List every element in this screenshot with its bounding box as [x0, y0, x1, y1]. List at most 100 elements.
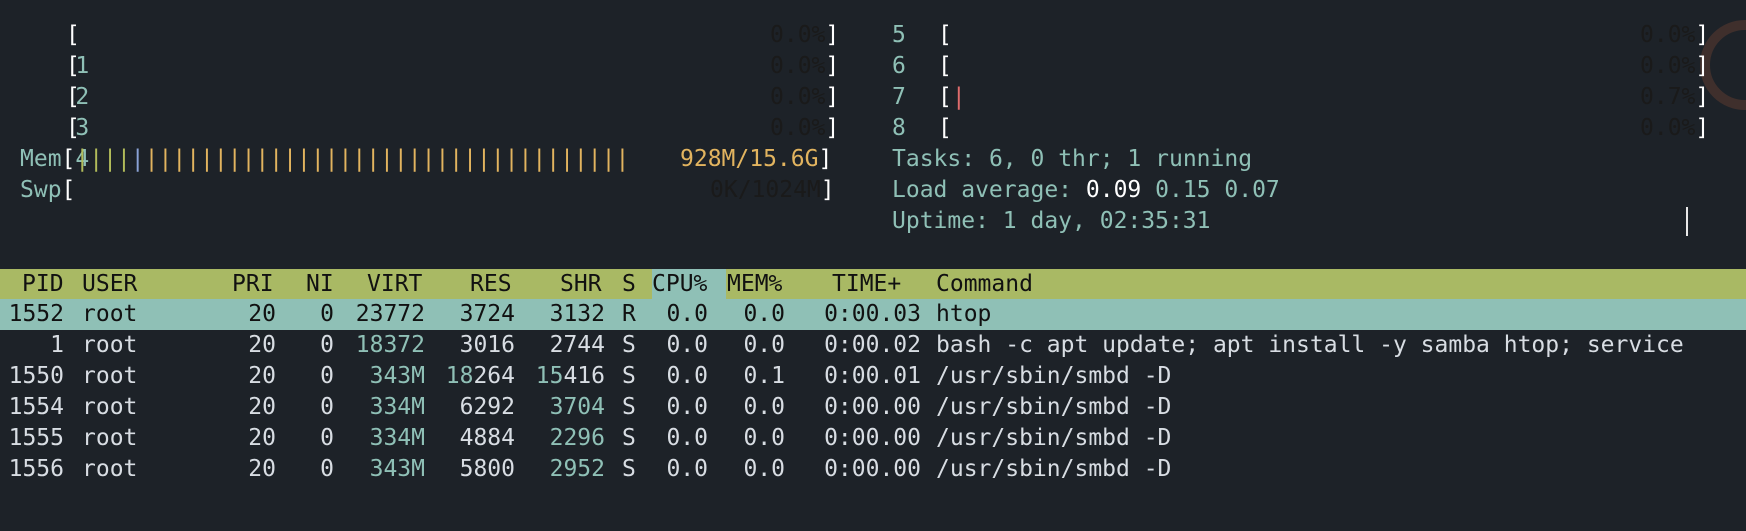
cell-time: 0:00.03	[824, 301, 921, 327]
mem-bar-buffers: |	[130, 146, 145, 172]
cell-command: bash -c apt update; apt install -y samba…	[936, 332, 1684, 358]
cell-pid: 1555	[8, 425, 64, 451]
cell-cpu: 0.0	[666, 456, 708, 482]
cpu-meter-value: 0.0%]	[770, 115, 840, 141]
tasks-meter: Tasks: 6, 0 thr; 1 running	[892, 146, 1253, 172]
cell-pid: 1556	[8, 456, 64, 482]
cell-shr: 2744	[549, 332, 605, 358]
cell-user: root	[82, 394, 138, 420]
mem-label: Mem	[20, 146, 62, 172]
cpu-bar-used: |	[951, 84, 966, 110]
mem-meter: Mem[||||||||||||||||||||||||||||||||||||…	[20, 146, 630, 172]
cell-time: 0:00.00	[824, 394, 921, 420]
cell-virt: 343M	[369, 456, 425, 482]
cell-pri: 20	[248, 425, 276, 451]
mem-bar-cache: |||||||||||||||||||||||||||||||||||	[144, 146, 630, 172]
cpu-meter-open-bracket: [	[938, 115, 952, 141]
cell-res: 5800	[459, 456, 515, 482]
cell-cpu: 0.0	[666, 394, 708, 420]
cpu-meter-open-bracket: [	[938, 53, 952, 79]
text-cursor	[1686, 207, 1688, 236]
mem-bar-used: ||||	[75, 146, 131, 172]
cell-res: 3724	[459, 301, 515, 327]
cell-shr: 3704	[549, 394, 605, 420]
cpu-meter-value: 0.0%]	[770, 84, 840, 110]
cpu-meter-value: 0.7%]	[1640, 84, 1710, 110]
cell-shr: 15416	[535, 363, 605, 389]
cell-pid: 1554	[8, 394, 64, 420]
cell-s: S	[622, 363, 636, 389]
col-pri[interactable]: PRI	[232, 269, 274, 300]
cpu-meter-open-bracket: [	[66, 115, 80, 141]
cpu-meter-open-bracket: [|	[938, 84, 966, 110]
cell-pri: 20	[248, 363, 276, 389]
cell-user: root	[82, 425, 138, 451]
cell-ni: 0	[320, 456, 334, 482]
cpu-meter-open-bracket: [	[938, 22, 952, 48]
cell-command: /usr/sbin/smbd -D	[936, 425, 1172, 451]
col-state[interactable]: S	[622, 269, 636, 300]
cpu-meter-8: 8	[892, 115, 906, 141]
cell-cpu: 0.0	[666, 425, 708, 451]
cell-virt: 334M	[369, 425, 425, 451]
cell-pri: 20	[248, 456, 276, 482]
swp-meter: Swp[	[20, 177, 76, 203]
cell-res: 18264	[445, 363, 515, 389]
cpu-meter-value: 0.0%]	[770, 53, 840, 79]
col-user[interactable]: USER	[82, 269, 137, 300]
cpu-meter-value: 0.0%]	[1640, 53, 1710, 79]
cell-cpu: 0.0	[666, 363, 708, 389]
cpu-meter-value: 0.0%]	[770, 22, 840, 48]
col-cpu[interactable]: CPU%	[652, 269, 707, 300]
cell-user: root	[82, 332, 138, 358]
cell-pid: 1550	[8, 363, 64, 389]
cell-shr: 3132	[549, 301, 605, 327]
htop-terminal[interactable]: 1 [ 0.0%] 2 [ 0.0%] 3 [ 0.0%] 4 [ 0.0%] …	[0, 0, 1746, 531]
cell-command: /usr/sbin/smbd -D	[936, 363, 1172, 389]
cell-s: S	[622, 456, 636, 482]
cell-virt: 23772	[355, 301, 425, 327]
cpu-meter-open-bracket: [	[66, 84, 80, 110]
cell-res: 6292	[459, 394, 515, 420]
cell-mem: 0.0	[743, 456, 785, 482]
col-virt[interactable]: VIRT	[367, 269, 422, 300]
cell-shr: 2952	[549, 456, 605, 482]
col-command[interactable]: Command	[936, 269, 1033, 300]
cell-res: 4884	[459, 425, 515, 451]
cell-s: S	[622, 394, 636, 420]
cpu-meter-open-bracket: [	[66, 53, 80, 79]
cpu-meter-5: 5	[892, 22, 906, 48]
cell-ni: 0	[320, 363, 334, 389]
cell-command: /usr/sbin/smbd -D	[936, 394, 1172, 420]
cell-s: S	[622, 332, 636, 358]
cell-shr: 2296	[549, 425, 605, 451]
cell-mem: 0.0	[743, 332, 785, 358]
cell-mem: 0.0	[743, 301, 785, 327]
cell-ni: 0	[320, 301, 334, 327]
cell-virt: 18372	[355, 332, 425, 358]
col-pid[interactable]: PID	[22, 269, 64, 300]
cell-res: 3016	[459, 332, 515, 358]
cell-virt: 334M	[369, 394, 425, 420]
cpu-meter-7: 7	[892, 84, 906, 110]
cell-pri: 20	[248, 301, 276, 327]
col-shr[interactable]: SHR	[560, 269, 602, 300]
cell-ni: 0	[320, 394, 334, 420]
load-average-meter: Load average: 0.09 0.15 0.07	[892, 177, 1280, 203]
cell-s: S	[622, 425, 636, 451]
cell-ni: 0	[320, 425, 334, 451]
cell-time: 0:00.02	[824, 332, 921, 358]
col-mem[interactable]: MEM%	[727, 269, 782, 300]
cpu-meter-open-bracket: [	[66, 22, 80, 48]
cell-pri: 20	[248, 394, 276, 420]
cpu-meter-value: 0.0%]	[1640, 22, 1710, 48]
cell-pid: 1	[50, 332, 64, 358]
col-ni[interactable]: NI	[306, 269, 334, 300]
cell-ni: 0	[320, 332, 334, 358]
col-res[interactable]: RES	[470, 269, 512, 300]
cell-command: /usr/sbin/smbd -D	[936, 456, 1172, 482]
cell-user: root	[82, 301, 138, 327]
col-time[interactable]: TIME+	[832, 269, 901, 300]
cell-mem: 0.0	[743, 425, 785, 451]
cpu-meter-value: 0.0%]	[1640, 115, 1710, 141]
